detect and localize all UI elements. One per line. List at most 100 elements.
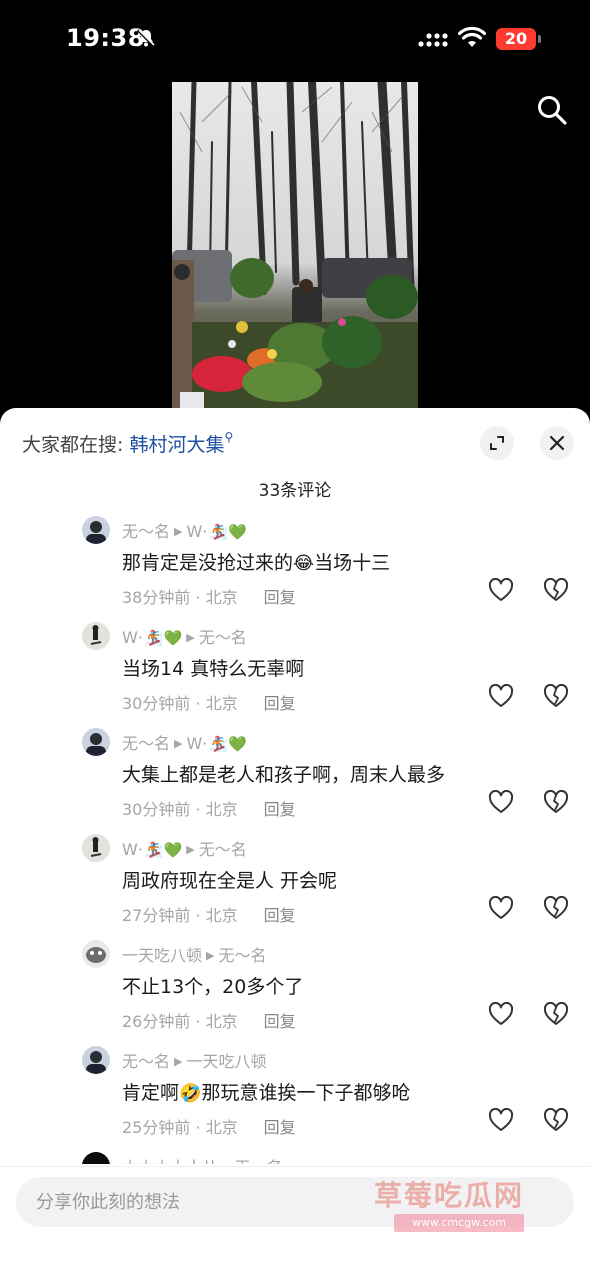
comment-author-line: 一天吃八顿 ▶ 无～名 bbox=[122, 942, 267, 966]
reply-arrow-icon: ▶ bbox=[186, 631, 195, 644]
comment-author[interactable]: 无～名 bbox=[122, 522, 170, 541]
comment-item[interactable]: 无～名 ▶ W· 🏂💚 那肯定是没抢过来的😂当场十三 38分钟前 · 北京 回复 bbox=[0, 514, 590, 618]
reply-button[interactable]: 回复 bbox=[264, 694, 296, 713]
bell-muted-icon bbox=[136, 28, 156, 48]
broken-heart-icon[interactable] bbox=[543, 683, 569, 708]
reply-arrow-icon: ▶ bbox=[174, 525, 183, 538]
comment-author-line: W· 🏂💚 ▶ 无～名 bbox=[122, 836, 247, 860]
broken-heart-icon[interactable] bbox=[543, 577, 569, 602]
comment-meta: 38分钟前 · 北京 回复 bbox=[122, 584, 296, 608]
comment-text: 周政府现在全是人 开会呢 bbox=[122, 866, 337, 893]
reply-arrow-icon: ▶ bbox=[222, 1161, 230, 1164]
search-suggestion-keyword[interactable]: 韩村河大集 bbox=[129, 434, 224, 456]
reply-button[interactable]: 回复 bbox=[264, 800, 296, 819]
name-emoji: 🏂💚 bbox=[144, 629, 183, 647]
comment-text-rest: 那玩意谁挨一下子都够呛 bbox=[201, 1082, 411, 1104]
comment-time-location: 30分钟前 · 北京 bbox=[122, 694, 238, 713]
comment-text-main: 大集上都是老人和孩子啊，周末人最多 bbox=[122, 764, 446, 786]
search-suggestion[interactable]: 大家都在搜: 韩村河大集⚲ bbox=[22, 430, 233, 457]
comment-input-bar bbox=[0, 1166, 590, 1281]
comment-author-line: W· 🏂💚 ▶ 无～名 bbox=[122, 624, 247, 648]
comment-author[interactable]: 一天吃八顿 bbox=[122, 946, 202, 965]
comment-text-main: 周政府现在全是人 开会呢 bbox=[122, 870, 338, 892]
status-bar: 19:38 20 bbox=[0, 0, 590, 80]
heart-icon[interactable] bbox=[488, 1107, 514, 1132]
comment-author[interactable]: 小小小大人儿 bbox=[122, 1158, 218, 1164]
comment-meta: 30分钟前 · 北京 回复 bbox=[122, 690, 296, 714]
comment-text: 当场14 真特么无辜啊 bbox=[122, 654, 304, 681]
reply-target[interactable]: W· bbox=[186, 522, 207, 541]
comment-author-line: 无～名 ▶ W· 🏂💚 bbox=[122, 730, 247, 754]
close-icon bbox=[549, 435, 565, 451]
comment-time-location: 38分钟前 · 北京 bbox=[122, 588, 238, 607]
reply-button[interactable]: 回复 bbox=[264, 1012, 296, 1031]
avatar[interactable] bbox=[82, 728, 110, 756]
heart-icon[interactable] bbox=[488, 789, 514, 814]
avatar[interactable] bbox=[82, 834, 110, 862]
avatar[interactable] bbox=[82, 1046, 110, 1074]
broken-heart-icon[interactable] bbox=[543, 789, 569, 814]
comment-text-main: 那肯定是没抢过来的 bbox=[122, 552, 294, 574]
heart-icon[interactable] bbox=[488, 683, 514, 708]
video-frame-image bbox=[172, 82, 418, 410]
comment-meta: 26分钟前 · 北京 回复 bbox=[122, 1008, 296, 1032]
avatar[interactable] bbox=[82, 1152, 110, 1164]
comment-author[interactable]: W· bbox=[122, 628, 143, 647]
comment-count: 33条评论 bbox=[258, 481, 332, 501]
comment-author[interactable]: W· bbox=[122, 840, 143, 859]
close-button[interactable] bbox=[540, 426, 574, 460]
broken-heart-icon[interactable] bbox=[543, 895, 569, 920]
comment-item[interactable]: 小小小大人儿 ▶ 无～名 bbox=[0, 1148, 590, 1164]
heart-icon[interactable] bbox=[488, 577, 514, 602]
reply-target[interactable]: 无～名 bbox=[199, 628, 247, 647]
comment-author-line: 无～名 ▶ 一天吃八顿 bbox=[122, 1048, 267, 1072]
broken-heart-icon[interactable] bbox=[543, 1107, 569, 1132]
comment-emoji: 🤣 bbox=[179, 1083, 202, 1104]
name-emoji: 🏂💚 bbox=[209, 735, 247, 753]
comment-item[interactable]: 无～名 ▶ 一天吃八顿 肯定啊🤣那玩意谁挨一下子都够呛 25分钟前 · 北京 回复 bbox=[0, 1042, 590, 1148]
comment-text-main: 肯定啊 bbox=[122, 1082, 180, 1104]
reply-arrow-icon: ▶ bbox=[206, 949, 215, 962]
reply-target[interactable]: 无～名 bbox=[218, 946, 266, 965]
video-player[interactable] bbox=[172, 82, 418, 410]
reply-arrow-icon: ▶ bbox=[174, 1055, 183, 1068]
expand-icon bbox=[490, 436, 504, 450]
comment-author[interactable]: 无～名 bbox=[122, 1052, 170, 1071]
broken-heart-icon[interactable] bbox=[543, 1001, 569, 1026]
reply-target[interactable]: W· bbox=[186, 734, 207, 753]
comment-item[interactable]: W· 🏂💚 ▶ 无～名周政府现在全是人 开会呢 27分钟前 · 北京 回复 bbox=[0, 830, 590, 936]
heart-icon[interactable] bbox=[488, 1001, 514, 1026]
search-suggestion-prefix: 大家都在搜: bbox=[22, 434, 124, 456]
battery-indicator: 20 bbox=[496, 28, 541, 50]
avatar[interactable] bbox=[82, 940, 110, 968]
comment-time-location: 30分钟前 · 北京 bbox=[122, 800, 238, 819]
reply-target[interactable]: 无～名 bbox=[234, 1158, 282, 1164]
avatar[interactable] bbox=[82, 516, 110, 544]
heart-icon[interactable] bbox=[488, 895, 514, 920]
comment-item[interactable]: W· 🏂💚 ▶ 无～名当场14 真特么无辜啊 30分钟前 · 北京 回复 bbox=[0, 618, 590, 724]
comments-sheet: 大家都在搜: 韩村河大集⚲ 33条评论 无～名 ▶ W· 🏂💚 那肯定是没抢过来的😂当场… bbox=[0, 408, 590, 1280]
search-icon[interactable] bbox=[536, 94, 568, 126]
reply-button[interactable]: 回复 bbox=[264, 588, 296, 607]
comment-list[interactable]: 无～名 ▶ W· 🏂💚 那肯定是没抢过来的😂当场十三 38分钟前 · 北京 回复 W· 🏂💚 ▶ 无… bbox=[0, 514, 590, 1164]
comment-time-location: 27分钟前 · 北京 bbox=[122, 906, 238, 925]
comment-item[interactable]: 无～名 ▶ W· 🏂💚 大集上都是老人和孩子啊，周末人最多 30分钟前 · 北京 回复 bbox=[0, 724, 590, 830]
comment-author[interactable]: 无～名 bbox=[122, 734, 170, 753]
reply-button[interactable]: 回复 bbox=[264, 1118, 296, 1137]
comment-author-line: 无～名 ▶ W· 🏂💚 bbox=[122, 518, 247, 542]
reply-button[interactable]: 回复 bbox=[264, 906, 296, 925]
comment-time-location: 26分钟前 · 北京 bbox=[122, 1012, 238, 1031]
reply-target[interactable]: 一天吃八顿 bbox=[186, 1052, 266, 1071]
status-time: 19:38 bbox=[66, 24, 145, 52]
comment-meta: 30分钟前 · 北京 回复 bbox=[122, 796, 296, 820]
expand-button[interactable] bbox=[480, 426, 514, 460]
reply-target[interactable]: 无～名 bbox=[199, 840, 247, 859]
name-emoji: 🏂💚 bbox=[144, 841, 183, 859]
comment-meta: 27分钟前 · 北京 回复 bbox=[122, 902, 296, 926]
avatar[interactable] bbox=[82, 622, 110, 650]
comment-input[interactable] bbox=[16, 1177, 574, 1227]
comment-author-line: 小小小大人儿 ▶ 无～名 bbox=[122, 1154, 283, 1164]
comment-meta: 25分钟前 · 北京 回复 bbox=[122, 1114, 296, 1138]
comment-item[interactable]: 一天吃八顿 ▶ 无～名 不止13个，20多个了 26分钟前 · 北京 回复 bbox=[0, 936, 590, 1042]
comment-text: 肯定啊🤣那玩意谁挨一下子都够呛 bbox=[122, 1078, 410, 1105]
